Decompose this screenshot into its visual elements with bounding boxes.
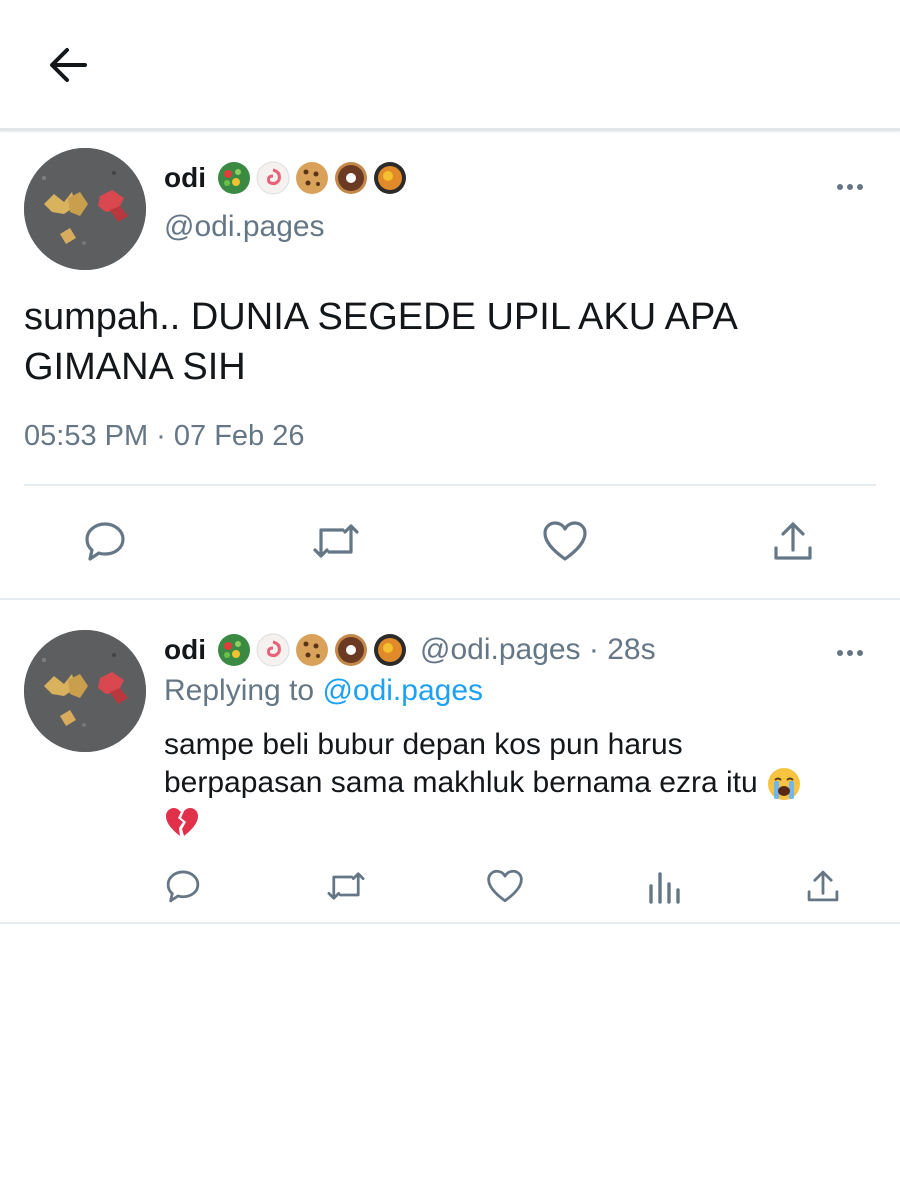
reply-icon [85,522,125,561]
like-icon [487,869,523,903]
retweet-icon [313,524,359,558]
reply-text-line-3 [164,802,876,840]
like-icon [543,521,587,561]
avatar-leaves-image [24,630,146,752]
dot [847,650,853,656]
reply-retweet-button[interactable] [322,864,370,908]
reply-text-line-1: sampe beli bubur depan kos pun harus [164,728,683,761]
reply-avatar[interactable] [24,630,146,752]
loudly-crying-face-icon [768,768,801,801]
reply-handle-time[interactable]: @odi.pages · 28s [420,633,656,667]
doughnut-icon [335,634,367,666]
tweet-divider [0,598,900,600]
fish-cake-icon [256,161,290,195]
reply-display-name[interactable]: odi [164,634,206,666]
reply-text: sampe beli bubur depan kos pun harus ber… [164,726,876,840]
reply-author-row: odi @odi.pages · 28s [164,632,656,668]
reply-text-line-2: berpapasan sama makhluk bernama ezra itu [164,766,758,799]
replying-to-handle[interactable]: @odi.pages [322,674,483,707]
stats-divider [24,484,876,486]
avatar[interactable] [24,148,146,270]
retweet-button[interactable] [306,514,366,568]
pan-food-icon [374,162,406,194]
pan-food-icon [374,634,406,666]
salad-bowl-icon [218,162,250,194]
reply-text-line-2-wrap: berpapasan sama makhluk bernama ezra itu [164,764,876,802]
retweet-icon [327,872,365,900]
reply-button[interactable] [78,514,132,568]
tweet-author-row: odi [164,160,408,196]
reply-analytics-button[interactable] [642,864,688,908]
author-handle[interactable]: @odi.pages [164,210,325,244]
replying-to-label: Replying to [164,674,323,707]
dot [837,184,843,190]
cookie-icon [296,162,328,194]
replying-to-line: Replying to @odi.pages [164,674,483,708]
reply-like-button[interactable] [482,864,528,908]
display-name[interactable]: odi [164,162,206,194]
like-button[interactable] [538,514,592,568]
share-icon [774,522,812,560]
more-options-button[interactable] [830,172,870,202]
back-button[interactable] [40,38,94,92]
broken-heart-icon [166,808,198,837]
fish-cake-icon [256,633,290,667]
reply-more-options-button[interactable] [830,638,870,668]
avatar-leaves-image [24,148,146,270]
dot [857,650,863,656]
tweet-text: sumpah.. DUNIA SEGEDE UPIL AKU APA GIMAN… [24,296,736,388]
name-emoji-badges [216,632,408,668]
top-bar [0,0,900,128]
reply-icon [166,870,200,903]
reply-reply-button[interactable] [160,864,206,908]
dot [857,184,863,190]
dot [847,184,853,190]
share-icon [807,870,839,902]
header-divider [0,128,900,131]
reply-share-button[interactable] [800,864,846,908]
analytics-icon [649,872,680,904]
salad-bowl-icon [218,634,250,666]
cookie-icon [296,634,328,666]
dot [837,650,843,656]
arrow-left-icon [50,48,87,82]
tweet-timestamp[interactable]: 05:53 PM · 07 Feb 26 [24,420,305,453]
doughnut-icon [335,162,367,194]
name-emoji-badges [216,160,408,196]
reply-divider [0,922,900,924]
share-button[interactable] [766,514,820,568]
